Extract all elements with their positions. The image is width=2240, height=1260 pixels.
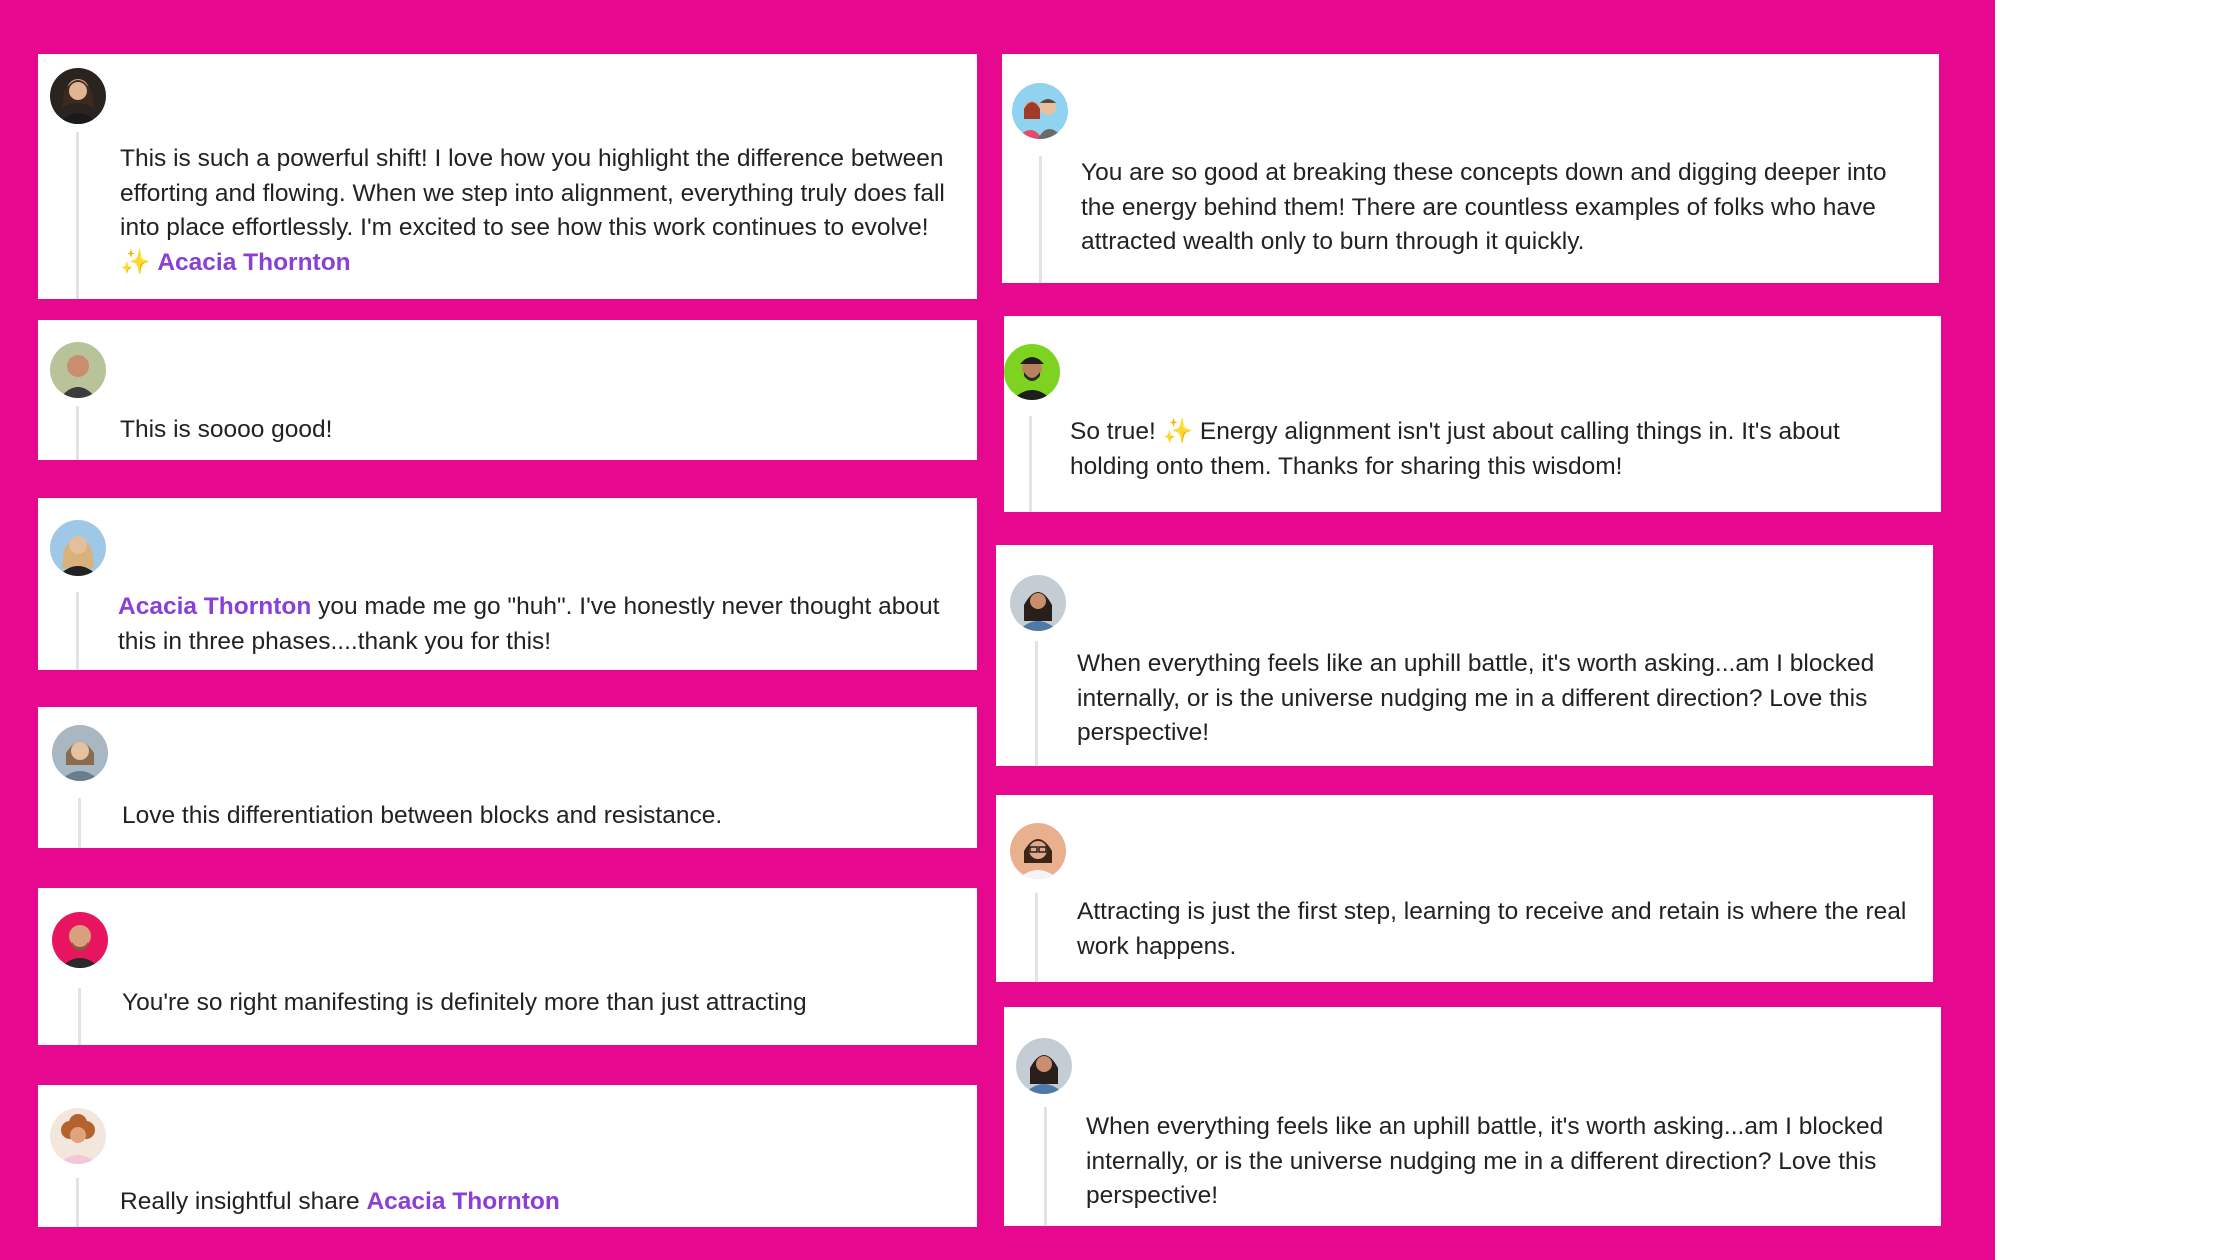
thread-line <box>1035 893 1038 982</box>
comment-text: So true! ✨ Energy alignment isn't just a… <box>1070 418 1840 480</box>
avatar-man-bald-icon[interactable] <box>50 342 106 398</box>
comment-text: You are so good at breaking these concep… <box>1081 159 1887 255</box>
thread-line <box>1039 156 1042 283</box>
comment-board: This is such a powerful shift! I love ho… <box>0 0 1995 1260</box>
thread-line <box>1035 641 1038 766</box>
comment-text: When everything feels like an uphill bat… <box>1077 650 1875 746</box>
comment-card: When everything feels like an uphill bat… <box>1004 1007 1941 1226</box>
avatar-woman-glasses-icon[interactable] <box>1010 823 1066 879</box>
comment-card: Love this differentiation between blocks… <box>38 707 977 848</box>
comment-text: You're so right manifesting is definitel… <box>122 989 807 1016</box>
mention-link[interactable]: Acacia Thornton <box>366 1188 559 1215</box>
comment-card: Really insightful share Acacia Thornton <box>38 1085 977 1227</box>
avatar-man-green-background-icon[interactable] <box>1004 344 1060 400</box>
comment-text: Love this differentiation between blocks… <box>122 802 723 829</box>
thread-line <box>76 132 79 299</box>
mention-link[interactable]: Acacia Thornton <box>157 249 350 276</box>
comment-card: This is such a powerful shift! I love ho… <box>38 54 977 299</box>
comment-text: Acacia Thornton you made me go "huh". I'… <box>118 593 940 655</box>
avatar-woman-curly-hair-icon[interactable] <box>50 1108 106 1164</box>
thread-line <box>1029 416 1032 512</box>
comment-text: Really insightful share Acacia Thornton <box>120 1188 560 1215</box>
mention-link[interactable]: Acacia Thornton <box>118 593 311 620</box>
avatar-woman-short-hair-icon[interactable] <box>52 725 108 781</box>
avatar-woman-denim-icon[interactable] <box>1010 575 1066 631</box>
comment-card: Acacia Thornton you made me go "huh". I'… <box>38 498 977 670</box>
comment-text: This is such a powerful shift! I love ho… <box>120 145 945 276</box>
avatar-couple-icon[interactable] <box>1012 83 1068 139</box>
avatar-woman-dark-hair-icon[interactable] <box>50 68 106 124</box>
comment-card: So true! ✨ Energy alignment isn't just a… <box>1004 316 1941 512</box>
avatar-woman-denim-icon[interactable] <box>1016 1038 1072 1094</box>
thread-line <box>78 988 81 1045</box>
comment-text: When everything feels like an uphill bat… <box>1086 1113 1884 1209</box>
comment-text: Attracting is just the first step, learn… <box>1077 898 1907 960</box>
avatar-woman-blonde-icon[interactable] <box>50 520 106 576</box>
comment-card: When everything feels like an uphill bat… <box>996 545 1933 766</box>
thread-line <box>78 798 81 848</box>
thread-line <box>76 592 79 670</box>
comment-card: You are so good at breaking these concep… <box>1002 54 1939 283</box>
avatar-man-pink-background-icon[interactable] <box>52 912 108 968</box>
comment-text: This is soooo good! <box>120 416 333 443</box>
thread-line <box>76 1178 79 1227</box>
thread-line <box>76 406 79 460</box>
sparkle-emoji-icon: ✨ <box>120 248 151 276</box>
sparkle-emoji-icon: ✨ <box>1162 418 1194 445</box>
comment-card: Attracting is just the first step, learn… <box>996 795 1933 982</box>
comment-card: You're so right manifesting is definitel… <box>38 888 977 1045</box>
comment-card: This is soooo good! <box>38 320 977 460</box>
thread-line <box>1044 1107 1047 1226</box>
